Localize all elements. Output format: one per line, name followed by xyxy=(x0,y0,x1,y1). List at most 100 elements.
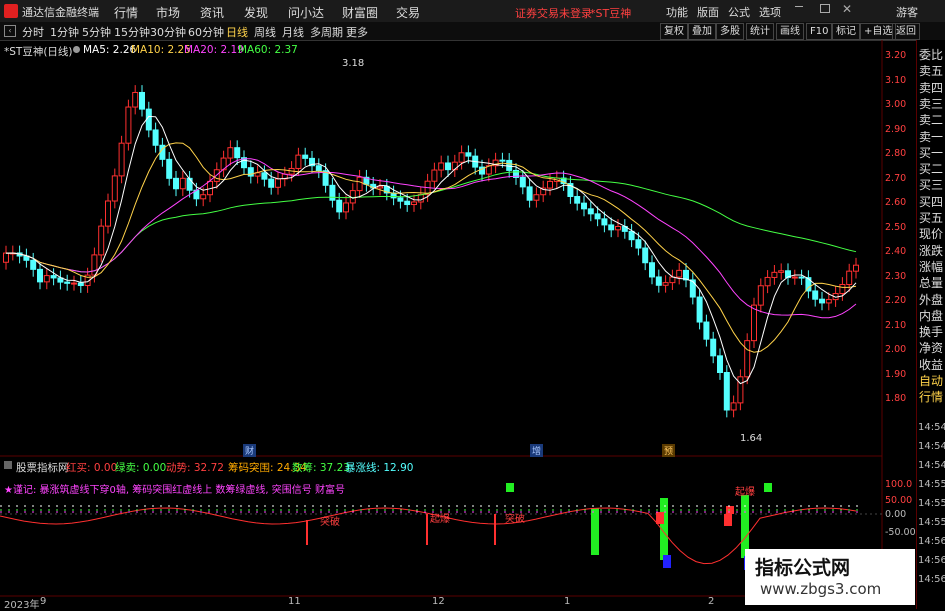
watermark-title: 指标公式网 xyxy=(755,557,851,579)
candle-body xyxy=(411,201,417,206)
side-item[interactable]: 买五 xyxy=(919,209,943,226)
period-5min[interactable]: 5分钟 xyxy=(82,24,111,40)
candle-body xyxy=(186,177,193,191)
side-item[interactable]: 卖一 xyxy=(919,128,943,145)
menu-market[interactable]: 市场 xyxy=(156,4,180,21)
candle-body xyxy=(751,304,757,342)
side-item[interactable]: 外盘 xyxy=(919,291,943,308)
side-item[interactable]: 买一 xyxy=(919,144,943,161)
menu-trade[interactable]: 交易 xyxy=(396,4,420,21)
indicator-surge: 暴涨线: 12.90 xyxy=(345,462,414,474)
candle-body xyxy=(839,283,846,295)
candle-body xyxy=(431,169,438,182)
side-item[interactable]: 收益 xyxy=(919,356,943,373)
lower-axis-neg50: -50.00 xyxy=(885,527,916,538)
login-warning[interactable]: 证券交易未登录 xyxy=(515,5,592,21)
candle-body xyxy=(798,276,805,279)
tool-draw[interactable]: 画线 xyxy=(776,23,804,40)
tool-overlay[interactable]: 叠加 xyxy=(688,23,716,40)
ma60-line xyxy=(5,171,857,273)
menu-function[interactable]: 功能 xyxy=(666,4,688,20)
menu-options[interactable]: 选项 xyxy=(759,4,781,20)
side-item[interactable]: 涨幅 xyxy=(919,258,943,275)
candle-body xyxy=(91,254,98,276)
side-item[interactable]: 内盘 xyxy=(919,307,943,324)
event-badge-increase[interactable]: 增 xyxy=(530,444,544,457)
period-toolbar: ‹ 分时 1分钟 5分钟 15分钟 30分钟 60分钟 日线 周线 月线 多周期… xyxy=(0,22,945,41)
maximize-icon[interactable] xyxy=(820,4,830,13)
menu-layout[interactable]: 版面 xyxy=(697,4,719,20)
side-item[interactable]: 行情 xyxy=(919,388,943,405)
side-item[interactable]: 净资 xyxy=(919,339,943,356)
menu-news[interactable]: 资讯 xyxy=(200,4,224,21)
period-more[interactable]: 更多 xyxy=(346,24,368,40)
side-item[interactable]: 卖二 xyxy=(919,111,943,128)
tool-multistock[interactable]: 多股 xyxy=(716,23,744,40)
time-label: 14:54 xyxy=(918,441,945,452)
menu-formula[interactable]: 公式 xyxy=(728,4,750,20)
price-axis-label: 1.90 xyxy=(885,368,907,380)
close-icon[interactable]: ✕ xyxy=(842,2,852,16)
period-weekly[interactable]: 周线 xyxy=(254,24,276,40)
candle-body xyxy=(608,224,615,231)
menu-quotes[interactable]: 行情 xyxy=(114,4,138,21)
side-item[interactable]: 买二 xyxy=(919,160,943,177)
side-item[interactable]: 自动 xyxy=(919,372,943,389)
tool-mark[interactable]: 标记 xyxy=(832,23,860,40)
stock-tag: *ST豆神 xyxy=(590,7,632,20)
menu-ask[interactable]: 问小达 xyxy=(288,4,324,21)
indicator-bar xyxy=(306,520,308,545)
event-badge-finance[interactable]: 财 xyxy=(243,444,257,457)
tool-return[interactable]: 返回 xyxy=(892,23,920,40)
candle-body xyxy=(166,158,173,179)
candle-body xyxy=(669,276,676,284)
candle-body xyxy=(336,199,343,213)
marker-text-2: 起爆 xyxy=(430,514,450,525)
side-item[interactable]: 涨跌 xyxy=(919,242,943,259)
candle-body xyxy=(118,142,125,177)
side-item[interactable]: 总量 xyxy=(919,274,943,291)
minimize-icon[interactable] xyxy=(795,6,803,7)
period-intraday[interactable]: 分时 xyxy=(22,24,44,40)
indicator-momentum: 动势: 32.72 xyxy=(166,462,224,474)
candle-body xyxy=(179,177,186,190)
candle-body xyxy=(343,202,349,213)
side-item[interactable]: 委比 xyxy=(919,46,943,63)
kline-chart[interactable] xyxy=(0,40,916,609)
event-badge-forecast[interactable]: 预 xyxy=(662,444,676,457)
back-arrow-icon[interactable]: ‹ xyxy=(4,25,16,37)
tool-f10[interactable]: F10 xyxy=(806,23,833,40)
lower-axis-100: 100.0 xyxy=(885,479,913,490)
app-logo-icon xyxy=(4,4,18,18)
tool-adjust[interactable]: 复权 xyxy=(660,23,688,40)
period-60min[interactable]: 60分钟 xyxy=(188,24,224,40)
period-30min[interactable]: 30分钟 xyxy=(150,24,186,40)
menu-discover[interactable]: 发现 xyxy=(244,4,268,21)
menu-wealth[interactable]: 财富圈 xyxy=(342,4,378,21)
time-label: 14:55 xyxy=(918,479,945,490)
period-15min[interactable]: 15分钟 xyxy=(114,24,150,40)
side-item[interactable]: 卖四 xyxy=(919,79,943,96)
indicator-menu-icon[interactable] xyxy=(4,461,12,469)
guest-label[interactable]: 游客 xyxy=(896,4,918,20)
indicator-bar xyxy=(591,508,599,555)
period-daily[interactable]: 日线 xyxy=(226,24,248,40)
side-item[interactable]: 买三 xyxy=(919,176,943,193)
side-item[interactable]: 换手 xyxy=(919,323,943,340)
side-item[interactable]: 卖三 xyxy=(919,95,943,112)
price-axis-label: 2.10 xyxy=(885,319,907,331)
candle-body xyxy=(404,200,411,206)
price-axis-label: 2.90 xyxy=(885,123,907,135)
indicator-name[interactable]: 股票指标网 xyxy=(16,460,69,475)
side-item[interactable]: 买四 xyxy=(919,193,943,210)
candle-body xyxy=(268,178,275,188)
tool-add-watchlist[interactable]: +自选 xyxy=(860,23,897,40)
candle-body xyxy=(302,154,309,159)
marker-text-3: 突破 xyxy=(505,514,525,525)
period-1min[interactable]: 1分钟 xyxy=(50,24,79,40)
period-multi[interactable]: 多周期 xyxy=(310,24,343,40)
side-item[interactable]: 卖五 xyxy=(919,62,943,79)
tool-stats[interactable]: 统计 xyxy=(746,23,774,40)
side-item[interactable]: 现价 xyxy=(919,225,943,242)
period-monthly[interactable]: 月线 xyxy=(282,24,304,40)
